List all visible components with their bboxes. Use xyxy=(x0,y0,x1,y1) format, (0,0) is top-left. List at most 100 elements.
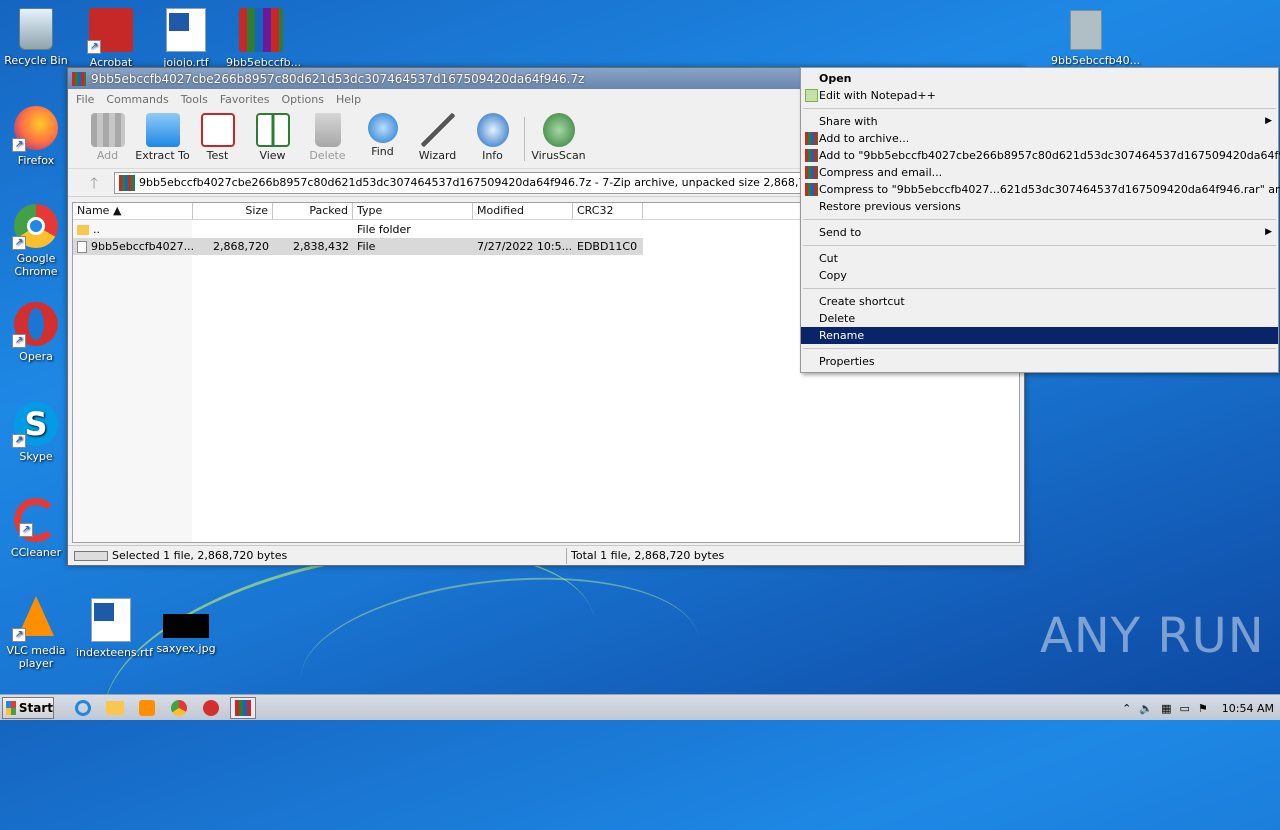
menu-item-create-shortcut[interactable]: Create shortcut xyxy=(801,293,1278,310)
desktop-icon-label: saxyex.jpg xyxy=(156,642,216,655)
row-name-text: .. xyxy=(93,223,100,236)
context-menu: Open Edit with Notepad++ Share with ▶ Add… xyxy=(800,67,1280,373)
desktop-icon-chrome[interactable]: ↗ Google Chrome xyxy=(1,204,71,278)
column-header-crc32[interactable]: CRC32 xyxy=(573,203,643,219)
menu-item-rename[interactable]: Rename xyxy=(801,327,1278,344)
clock[interactable]: 10:54 AM xyxy=(1222,702,1274,715)
desktop-icon-saxyex[interactable]: saxyex.jpg xyxy=(151,614,221,655)
menu-item-add-to-rar[interactable]: Add to "9bb5ebccfb4027cbe266b8957c80d621… xyxy=(801,147,1280,164)
menu-item-copy[interactable]: Copy xyxy=(801,267,1278,284)
taskbar-winrar[interactable] xyxy=(230,696,256,719)
opera-icon: ↗ xyxy=(12,302,58,348)
delete-button[interactable]: Delete xyxy=(300,113,355,162)
menu-item-properties[interactable]: Properties xyxy=(801,353,1278,370)
menu-item-cut[interactable]: Cut xyxy=(801,250,1278,267)
desktop-icon-archive[interactable]: 9bb5ebccfb... xyxy=(226,8,301,69)
winrar-icon xyxy=(805,183,818,196)
windows-logo-icon xyxy=(6,700,16,715)
menu-item-share-with[interactable]: Share with ▶ xyxy=(801,113,1278,130)
menu-item-add-to-archive[interactable]: Add to archive... xyxy=(801,130,1278,147)
column-header-size[interactable]: Size xyxy=(193,203,273,219)
row-crc: EDBD11C0 xyxy=(577,240,638,253)
desktop-icon-label: Recycle Bin xyxy=(4,54,68,67)
action-center-flag-icon[interactable]: ⚑ xyxy=(1198,702,1208,715)
wizard-icon xyxy=(420,113,455,147)
notepadpp-icon xyxy=(805,89,818,102)
view-button[interactable]: View xyxy=(245,113,300,162)
table-row-selected[interactable]: 9bb5ebccfb4027... 2,868,720 2,838,432 Fi… xyxy=(73,238,643,255)
desktop-icon-file[interactable]: 9bb5ebccfb40... xyxy=(1051,10,1140,67)
menu-item-compress-email[interactable]: Compress and email... xyxy=(801,164,1278,181)
info-button[interactable]: Info xyxy=(465,113,520,162)
test-button[interactable]: Test xyxy=(190,113,245,162)
wizard-button[interactable]: Wizard xyxy=(410,113,465,162)
desktop-icon-acrobat[interactable]: ↗ Acrobat xyxy=(76,8,146,69)
virusscan-button[interactable]: VirusScan xyxy=(531,113,586,162)
toolbar-separator xyxy=(524,117,525,161)
winrar-icon xyxy=(805,149,818,162)
find-button[interactable]: Find xyxy=(355,113,410,158)
table-row[interactable]: .. File folder xyxy=(73,221,643,238)
menu-help[interactable]: Help xyxy=(332,93,369,106)
desktop-icon-label: Skype xyxy=(19,450,53,463)
add-button[interactable]: Add xyxy=(80,113,135,162)
desktop-icon-recycle-bin[interactable]: Recycle Bin xyxy=(1,8,71,67)
menu-item-send-to[interactable]: Send to ▶ xyxy=(801,224,1278,241)
column-header-modified[interactable]: Modified xyxy=(473,203,573,219)
row-name: 9bb5ebccfb4027... xyxy=(73,240,193,253)
desktop-icon-opera[interactable]: ↗ Opera xyxy=(1,302,71,363)
anyrun-watermark: ANY RUN xyxy=(1040,608,1265,664)
skype-icon: S ↗ xyxy=(12,402,58,448)
desktop-icon-skype[interactable]: S ↗ Skype xyxy=(1,402,71,463)
menu-item-edit-notepadpp[interactable]: Edit with Notepad++ xyxy=(801,87,1278,104)
taskbar-media-player[interactable] xyxy=(134,697,160,719)
row-size: 2,868,720 xyxy=(213,240,269,253)
desktop-icon-vlc[interactable]: ↗ VLC media player xyxy=(1,596,71,670)
desktop-icon-indexteens[interactable]: indexteens.rtf xyxy=(76,598,153,659)
taskbar-explorer[interactable] xyxy=(102,697,128,719)
menu-separator xyxy=(803,288,1276,289)
menu-item-delete[interactable]: Delete xyxy=(801,310,1278,327)
status-right: Total 1 file, 2,868,720 bytes xyxy=(571,548,725,562)
extract-to-button[interactable]: Extract To xyxy=(135,113,190,162)
column-header-packed[interactable]: Packed xyxy=(273,203,353,219)
desktop-icon-ccleaner[interactable]: ↗ CCleaner xyxy=(1,498,71,559)
taskbar-chrome[interactable] xyxy=(166,697,192,719)
menu-tools[interactable]: Tools xyxy=(177,93,216,106)
menu-file[interactable]: File xyxy=(72,93,102,106)
column-header-name-label: Name xyxy=(77,204,110,217)
start-button[interactable]: Start xyxy=(2,696,54,719)
desktop-icon-label: CCleaner xyxy=(10,546,62,559)
menu-options[interactable]: Options xyxy=(278,93,332,106)
menu-favorites[interactable]: Favorites xyxy=(216,93,278,106)
internet-explorer-icon xyxy=(75,699,91,716)
desktop-icon-label: 9bb5ebccfb40... xyxy=(1051,54,1141,67)
menu-item-label: Share with xyxy=(819,115,878,128)
desktop-icon-firefox[interactable]: ↗ Firefox xyxy=(1,106,71,167)
chrome-icon xyxy=(171,699,187,716)
taskbar-ie[interactable] xyxy=(70,697,96,719)
add-icon xyxy=(90,113,125,147)
show-hidden-icons[interactable]: ⌃ xyxy=(1122,702,1131,715)
info-button-label: Info xyxy=(482,149,503,162)
ccleaner-icon: ↗ xyxy=(14,498,58,542)
desktop-icon-label: indexteens.rtf xyxy=(76,646,153,659)
test-icon xyxy=(200,113,235,147)
row-name-text: 9bb5ebccfb4027... xyxy=(91,240,193,253)
start-label: Start xyxy=(18,700,53,715)
column-header-type[interactable]: Type xyxy=(353,203,473,219)
menu-item-open[interactable]: Open xyxy=(801,70,1278,87)
up-folder-button[interactable]: 🡑 xyxy=(74,172,114,194)
volume-icon[interactable]: 🔈 xyxy=(1139,702,1153,715)
network-icon[interactable]: ▦ xyxy=(1161,702,1171,715)
taskbar: Start ⌃ 🔈 ▦ ▭ ⚑ 10:54 AM xyxy=(0,694,1280,720)
menu-item-restore-previous[interactable]: Restore previous versions xyxy=(801,198,1278,215)
power-icon[interactable]: ▭ xyxy=(1180,702,1190,715)
desktop-icon-label: VLC media player xyxy=(6,644,66,670)
taskbar-opera[interactable] xyxy=(198,697,224,719)
menu-commands[interactable]: Commands xyxy=(102,93,176,106)
desktop-icon-joiojo[interactable]: joiojo.rtf xyxy=(151,8,221,69)
menu-item-compress-to-rar-email[interactable]: Compress to "9bb5ebccfb4027...621d53dc30… xyxy=(801,181,1280,198)
column-header-name[interactable]: Name ▲ xyxy=(73,203,193,219)
winrar-app-icon xyxy=(72,71,86,86)
